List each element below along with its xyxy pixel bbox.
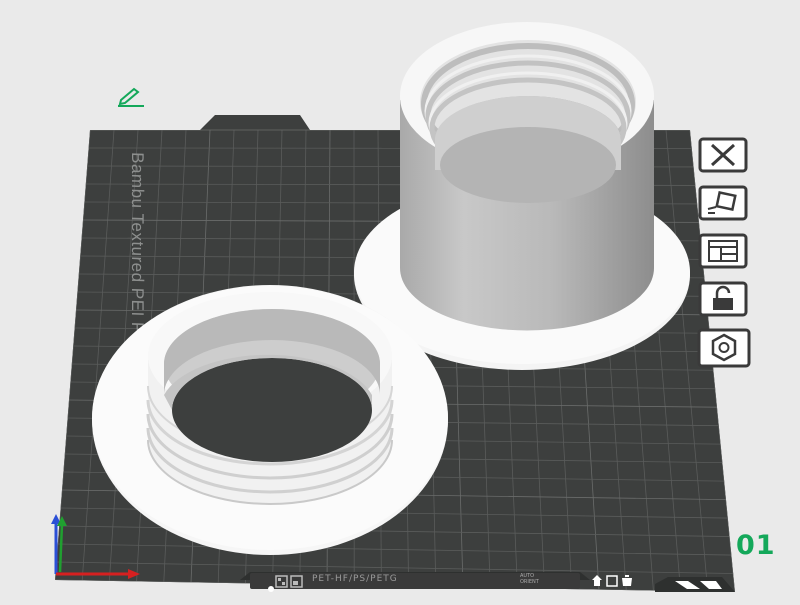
plate-toolbar bbox=[696, 136, 758, 376]
hex-nut-icon bbox=[696, 327, 752, 369]
object-flange-threaded-outer bbox=[92, 285, 448, 555]
plate-type-icon bbox=[275, 575, 307, 588]
remove-plate-button[interactable] bbox=[696, 136, 752, 176]
close-icon bbox=[698, 137, 750, 175]
axis-gizmo bbox=[48, 512, 143, 582]
status-dot bbox=[268, 586, 274, 592]
edit-plate-name-icon[interactable] bbox=[116, 86, 146, 113]
lock-plate-button[interactable] bbox=[696, 280, 752, 320]
orient-mode-label: AUTO ORIENT bbox=[520, 573, 539, 585]
auto-orient-icon bbox=[698, 185, 750, 223]
object-cup-threaded-inner bbox=[354, 22, 690, 370]
plate-number: 01 bbox=[736, 530, 776, 561]
unlock-icon bbox=[698, 281, 750, 319]
orient-mode-line-2: ORIENT bbox=[520, 579, 539, 585]
arrange-icon bbox=[698, 233, 750, 271]
filament-types: PET-HF/PS/PETG bbox=[312, 574, 398, 584]
arrange-button[interactable] bbox=[696, 232, 752, 272]
auto-orient-button[interactable] bbox=[696, 184, 752, 224]
plate-quick-actions[interactable] bbox=[590, 574, 636, 588]
plate-settings-button[interactable] bbox=[696, 328, 752, 368]
